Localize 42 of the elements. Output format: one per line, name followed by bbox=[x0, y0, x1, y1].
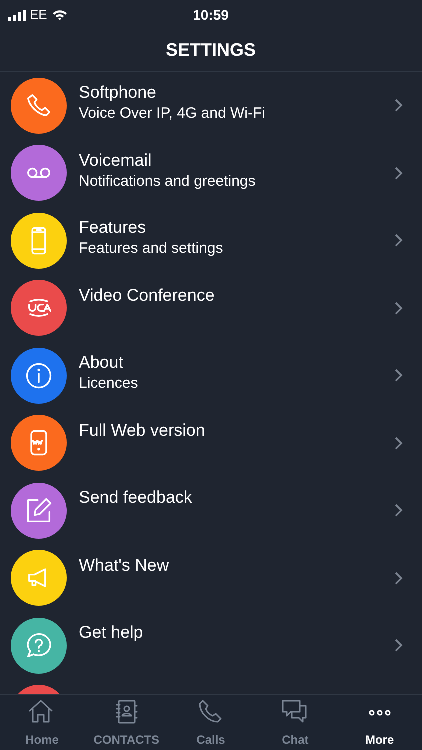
tab-button[interactable]: Calls bbox=[168, 695, 254, 750]
row-title: Get help bbox=[79, 622, 144, 643]
settings-row[interactable]: Voicemail Notifications and greetings bbox=[0, 140, 422, 207]
row-subtitle: Voice Over IP, 4G and Wi-Fi bbox=[79, 104, 266, 124]
status-time: 10:59 bbox=[193, 6, 229, 24]
row-title: Full Web version bbox=[79, 420, 206, 440]
chevron-icon bbox=[395, 639, 403, 652]
signal-icon bbox=[8, 10, 26, 20]
settings-row[interactable]: Get help bbox=[0, 612, 422, 680]
settings-row[interactable]: Softphone Voice Over IP, 4G and Wi-Fi bbox=[0, 72, 422, 140]
wifi-icon bbox=[52, 9, 68, 21]
more-icon bbox=[368, 710, 391, 716]
row-subtitle: Notifications and greetings bbox=[79, 172, 257, 192]
row-title: Features bbox=[79, 217, 148, 238]
row-title: About bbox=[79, 352, 124, 373]
tab-button[interactable]: Chat bbox=[253, 695, 338, 750]
row-title: Softphone bbox=[79, 82, 158, 103]
chevron-icon bbox=[395, 436, 403, 450]
chevron-icon bbox=[395, 166, 403, 180]
chevron-icon bbox=[395, 572, 403, 585]
settings-row[interactable]: What's New bbox=[0, 544, 422, 612]
page-title: SETTINGS bbox=[166, 39, 256, 62]
chevron-icon bbox=[395, 504, 403, 518]
settings-row[interactable]: About Licences bbox=[0, 342, 422, 410]
settings-row[interactable]: Full Web version bbox=[0, 410, 422, 477]
chevron-icon bbox=[395, 234, 403, 248]
settings-row[interactable]: Send feedback bbox=[0, 477, 422, 544]
chevron-icon bbox=[395, 302, 403, 315]
tab-button[interactable]: Home bbox=[0, 695, 84, 750]
chevron-icon bbox=[395, 99, 403, 112]
row-title: Video Conference bbox=[79, 284, 216, 306]
row-title: Voicemail bbox=[79, 150, 153, 170]
tab-button[interactable]: More bbox=[338, 695, 422, 750]
row-title: Send feedback bbox=[79, 487, 194, 508]
row-subtitle: Licences bbox=[79, 374, 140, 394]
row-title: What's New bbox=[79, 554, 170, 576]
chevron-icon bbox=[395, 369, 403, 382]
carrier-name: EE bbox=[30, 6, 48, 24]
settings-row[interactable]: Features Features and settings bbox=[0, 207, 422, 274]
settings-row[interactable]: Video Conference bbox=[0, 274, 422, 342]
row-subtitle: Features and settings bbox=[79, 239, 224, 259]
tab-button[interactable]: CONTACTS bbox=[84, 695, 169, 750]
